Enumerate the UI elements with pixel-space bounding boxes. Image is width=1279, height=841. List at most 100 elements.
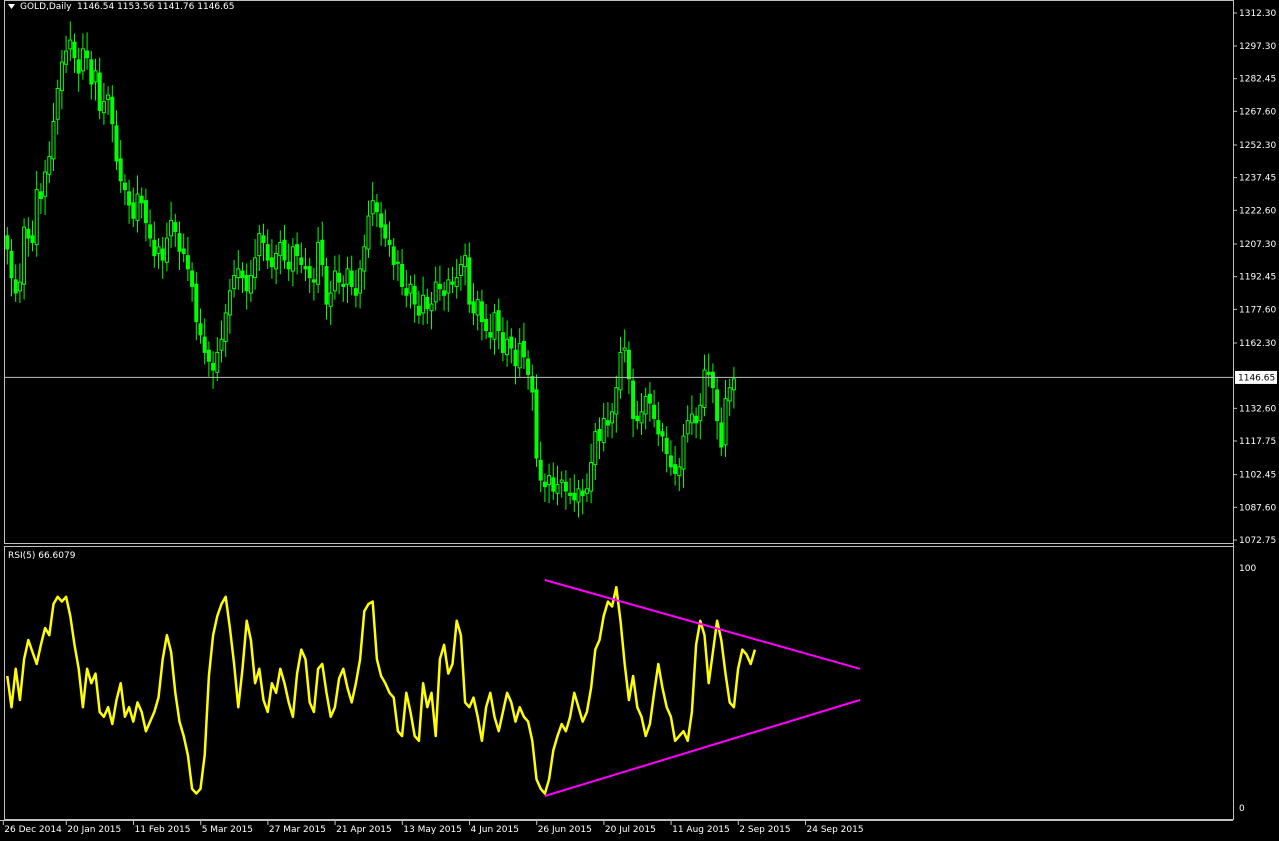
candle-body — [236, 268, 241, 279]
candle-body — [274, 252, 279, 270]
candle-body — [13, 279, 18, 294]
rsi-tick-label: 0 — [1239, 804, 1245, 814]
candle-body — [496, 310, 501, 331]
candle-body — [156, 246, 161, 254]
candle-body — [408, 283, 413, 294]
candle-body — [240, 270, 245, 279]
candle-body — [110, 96, 115, 125]
candle-body — [580, 490, 585, 496]
candle-body — [664, 437, 669, 455]
candle-body — [702, 369, 707, 408]
candle-body — [513, 349, 518, 367]
time-tick-label: 5 Mar 2015 — [202, 825, 253, 835]
candle-body — [387, 239, 392, 246]
candle-body — [68, 39, 73, 50]
candle-body — [505, 338, 510, 356]
candle-body — [555, 483, 560, 494]
candle-body — [47, 156, 52, 175]
candle-body — [299, 257, 304, 265]
candle-body — [206, 349, 211, 362]
candle-body — [51, 120, 56, 160]
time-tick-label: 24 Sep 2015 — [807, 825, 864, 835]
candle-body — [521, 340, 526, 358]
candle-body — [437, 283, 442, 290]
candle-body — [374, 202, 379, 213]
candle-body — [181, 248, 186, 254]
candle-body — [190, 270, 195, 287]
candle-body — [635, 415, 640, 422]
candle-body — [34, 189, 39, 246]
candle-body — [244, 274, 249, 292]
candle-body — [139, 195, 144, 204]
time-tick-label: 26 Dec 2014 — [4, 825, 62, 835]
candle-body — [685, 420, 690, 435]
candle-body — [143, 200, 148, 224]
candle-body — [643, 395, 648, 415]
candle-body — [114, 125, 119, 162]
candle-body — [593, 431, 598, 466]
candle-body — [38, 191, 43, 199]
candle-body — [118, 158, 123, 182]
candle-body — [324, 266, 329, 305]
candle-body — [425, 296, 430, 309]
candle-body — [122, 182, 127, 191]
candle-body — [278, 241, 283, 257]
price-tick-label: 1207.30 — [1239, 240, 1276, 250]
candle-body — [194, 283, 199, 323]
candle-body — [227, 290, 232, 316]
candle-body — [370, 200, 375, 215]
candle-body — [618, 351, 623, 391]
candle-body — [349, 270, 354, 287]
candle-body — [177, 233, 182, 252]
candle-body — [698, 404, 703, 422]
candle-body — [576, 488, 581, 503]
candle-body — [668, 455, 673, 468]
candle-body — [488, 332, 493, 338]
candle-body — [303, 266, 308, 270]
time-tick-label: 26 Jun 2015 — [538, 825, 592, 835]
candle-body — [538, 459, 543, 481]
candle-body — [681, 435, 686, 470]
candle-body — [337, 272, 342, 283]
candle-body — [164, 237, 169, 263]
candle-body — [383, 224, 388, 239]
candle-body — [64, 50, 69, 65]
candle-body — [131, 202, 136, 219]
candle-body — [509, 336, 514, 349]
candle-body — [484, 318, 489, 331]
candle-body — [76, 59, 81, 74]
candle-body — [22, 226, 27, 285]
candle-body — [517, 343, 522, 369]
candle-body — [475, 299, 480, 316]
candle-body — [152, 239, 157, 257]
candle-body — [492, 312, 497, 340]
candle-body — [404, 288, 409, 296]
candle-body — [362, 246, 367, 272]
candle-body — [282, 239, 287, 261]
price-tick-label: 1072.75 — [1239, 536, 1276, 546]
candle-body — [673, 464, 678, 474]
candle-body — [269, 257, 274, 268]
time-tick-label: 20 Jan 2015 — [67, 825, 121, 835]
candle-body — [622, 347, 627, 351]
candle-body — [17, 281, 22, 292]
candle-body — [656, 420, 661, 435]
candle-body — [727, 387, 732, 402]
candle-body — [614, 387, 619, 415]
candle-body — [72, 41, 77, 59]
time-tick-label: 11 Aug 2015 — [672, 825, 730, 835]
price-tick-label: 1222.60 — [1239, 206, 1276, 216]
candle-body — [253, 257, 258, 279]
candle-body — [379, 213, 384, 228]
candle-body — [135, 193, 140, 221]
candle-body — [55, 87, 60, 120]
candle-body — [731, 378, 736, 391]
price-tick-label: 1177.60 — [1239, 305, 1276, 315]
candle-body — [500, 332, 505, 353]
candle-body — [433, 281, 438, 303]
candle-body — [715, 389, 720, 422]
price-tick-label: 1282.45 — [1239, 75, 1276, 85]
candle-body — [341, 283, 346, 287]
candle-body — [689, 413, 694, 424]
candle-body — [295, 244, 300, 257]
